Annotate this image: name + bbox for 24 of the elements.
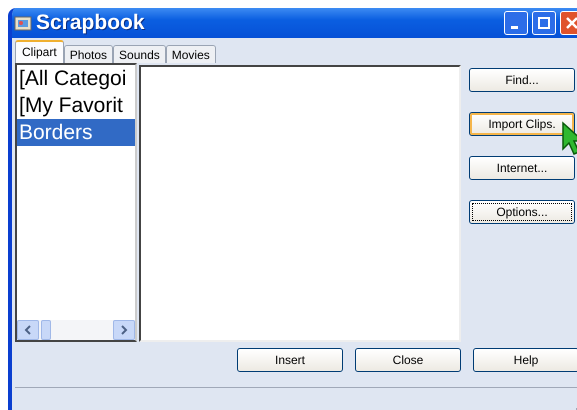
- dialog-button[interactable]: Close: [355, 348, 461, 372]
- list-item[interactable]: Borders: [17, 119, 135, 146]
- tab[interactable]: Sounds: [113, 45, 166, 63]
- tab[interactable]: Movies: [166, 45, 216, 63]
- list-item[interactable]: [All Categoi: [17, 65, 135, 92]
- minimize-icon: [510, 26, 518, 28]
- window-title: Scrapbook: [36, 11, 146, 35]
- dialog-button[interactable]: Insert: [237, 348, 343, 372]
- close-icon: [566, 17, 577, 29]
- list-item[interactable]: [My Favorit: [17, 92, 135, 119]
- maximize-button[interactable]: [532, 11, 556, 35]
- dialog-button[interactable]: Import Clips.: [469, 112, 575, 136]
- dialog-button[interactable]: Find...: [469, 68, 575, 92]
- maximize-icon: [538, 17, 550, 29]
- dialog-button[interactable]: Help: [473, 348, 577, 372]
- tab[interactable]: Photos: [64, 45, 114, 63]
- scrapbook-icon: [14, 15, 32, 31]
- scroll-thumb[interactable]: [41, 320, 51, 340]
- dialog-button[interactable]: Options...: [469, 200, 575, 224]
- dialog-button[interactable]: Internet...: [469, 156, 575, 180]
- horizontal-scrollbar[interactable]: [17, 320, 135, 340]
- tab[interactable]: Clipart: [15, 40, 64, 63]
- close-button[interactable]: [560, 11, 577, 35]
- minimize-button[interactable]: [504, 11, 528, 35]
